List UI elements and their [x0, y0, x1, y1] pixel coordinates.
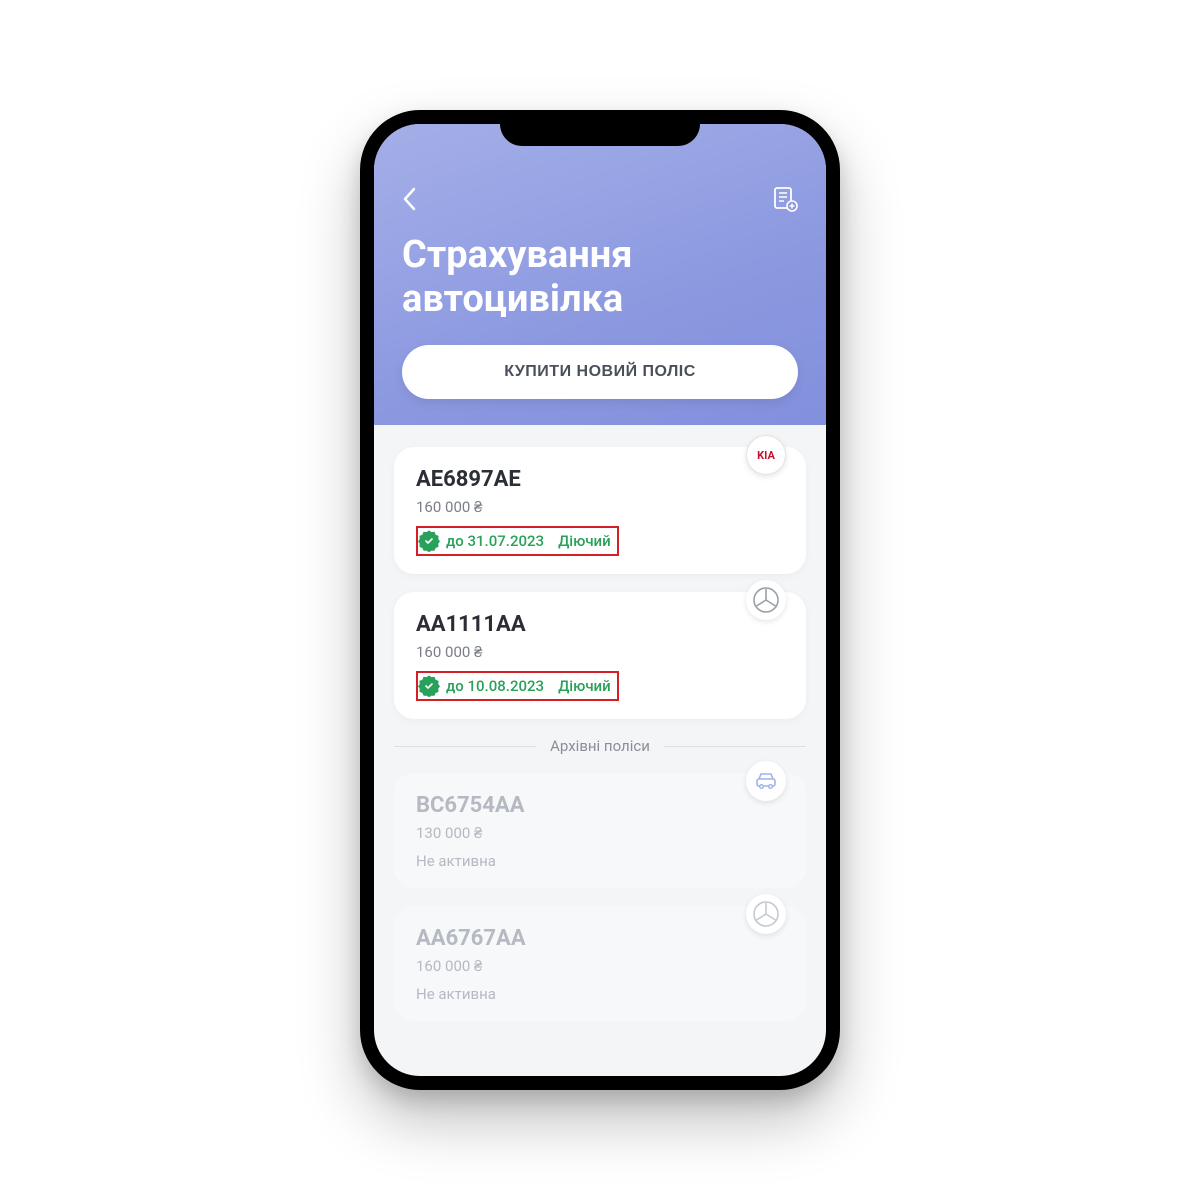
- status-row: до 31.07.2023 Діючий: [416, 526, 619, 556]
- status-row: до 10.08.2023 Діючий: [416, 671, 619, 701]
- phone-frame: Страхування автоцивілка КУПИТИ НОВИЙ ПОЛ…: [360, 110, 840, 1090]
- policy-card[interactable]: AA1111AA 160 000 ₴ до 10.08.2023 Діючий: [394, 592, 806, 719]
- coverage-amount: 160 000 ₴: [416, 643, 784, 661]
- valid-until-date: до 10.08.2023: [446, 677, 544, 695]
- archived-policy-card[interactable]: AA6767AA 160 000 ₴ Не активна: [394, 906, 806, 1021]
- license-plate: AA1111AA: [416, 612, 784, 637]
- document-plus-icon: [772, 186, 798, 212]
- coverage-amount: 130 000 ₴: [416, 824, 784, 842]
- mercedes-logo-icon: [752, 586, 780, 614]
- archive-section-divider: Архівні поліси: [394, 737, 806, 755]
- license-plate: AE6897AE: [416, 467, 784, 492]
- kia-logo-text: KIA: [757, 449, 775, 462]
- car-icon: [754, 769, 778, 793]
- title-line-1: Страхування: [402, 233, 633, 277]
- license-plate: BC6754AA: [416, 793, 784, 818]
- policy-list: KIA AE6897AE 160 000 ₴ до 31.07.2023 Дію…: [374, 425, 826, 1021]
- coverage-amount: 160 000 ₴: [416, 957, 784, 975]
- divider-line: [394, 746, 536, 747]
- valid-until-date: до 31.07.2023: [446, 532, 544, 550]
- status-label: Не активна: [416, 852, 784, 870]
- divider-line: [664, 746, 806, 747]
- status-label: Діючий: [558, 677, 611, 695]
- policy-card[interactable]: KIA AE6897AE 160 000 ₴ до 31.07.2023 Дію…: [394, 447, 806, 574]
- archived-policy-card[interactable]: BC6754AA 130 000 ₴ Не активна: [394, 773, 806, 888]
- page-title: Страхування автоцивілка: [402, 234, 798, 321]
- back-button[interactable]: [402, 187, 416, 211]
- screen: Страхування автоцивілка КУПИТИ НОВИЙ ПОЛ…: [374, 124, 826, 1076]
- license-plate: AA6767AA: [416, 926, 784, 951]
- chevron-left-icon: [402, 187, 416, 211]
- archive-section-label: Архівні поліси: [550, 737, 650, 755]
- mercedes-logo-icon: [752, 900, 780, 928]
- header: Страхування автоцивілка КУПИТИ НОВИЙ ПОЛ…: [374, 124, 826, 425]
- buy-new-policy-button[interactable]: КУПИТИ НОВИЙ ПОЛІС: [402, 345, 798, 399]
- status-label: Діючий: [558, 532, 611, 550]
- header-bar: [402, 184, 798, 214]
- coverage-amount: 160 000 ₴: [416, 498, 784, 516]
- title-line-2: автоцивілка: [402, 277, 623, 321]
- status-label: Не активна: [416, 985, 784, 1003]
- notch: [500, 110, 700, 146]
- add-document-button[interactable]: [772, 186, 798, 212]
- verified-badge-icon: [420, 532, 438, 550]
- verified-badge-icon: [420, 677, 438, 695]
